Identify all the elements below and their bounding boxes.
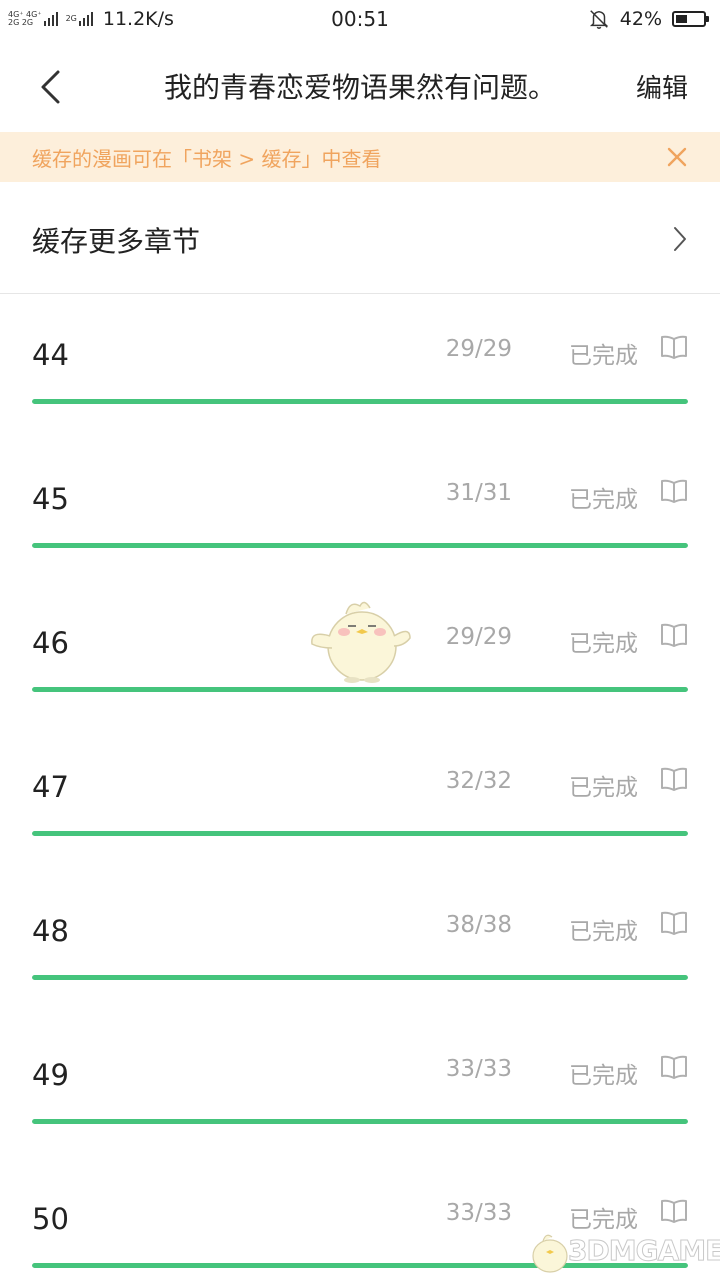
chevron-right-icon: [674, 227, 686, 251]
chapter-status: 已完成: [569, 1063, 638, 1089]
close-icon[interactable]: [664, 144, 690, 170]
top-nav-bar: 我的青春恋爱物语果然有问题。 编辑: [0, 40, 720, 132]
chapter-pages: 29/29: [445, 624, 512, 650]
chapter-number: 48: [32, 914, 69, 948]
chapter-row[interactable]: 49 33/33 已完成: [0, 1016, 720, 1160]
chapter-number: 45: [32, 482, 69, 516]
open-book-icon[interactable]: [660, 334, 688, 360]
chapter-progress-fill: [32, 975, 688, 980]
battery-percent: 42%: [619, 8, 662, 30]
open-book-icon[interactable]: [660, 1198, 688, 1224]
mascot-chick-icon: [311, 601, 411, 683]
chapter-status: 已完成: [569, 631, 638, 657]
cache-more-chapters-row[interactable]: 缓存更多章节: [0, 184, 720, 294]
open-book-icon[interactable]: [660, 766, 688, 792]
back-button[interactable]: [26, 62, 76, 112]
open-book-icon[interactable]: [660, 622, 688, 648]
chapter-progress-fill: [32, 687, 688, 692]
chapter-status: 已完成: [569, 919, 638, 945]
chapter-row[interactable]: 44 29/29 已完成: [0, 296, 720, 440]
open-book-icon[interactable]: [660, 1054, 688, 1080]
status-bar-right: 42%: [588, 6, 709, 32]
edit-button[interactable]: 编辑: [636, 68, 688, 105]
chapter-row[interactable]: 48 38/38 已完成: [0, 872, 720, 1016]
bell-muted-icon: [589, 10, 608, 29]
chapter-row[interactable]: 45 31/31 已完成: [0, 440, 720, 584]
chapter-number: 47: [32, 770, 69, 804]
chapter-status: 已完成: [569, 343, 638, 369]
chapter-pages: 33/33: [445, 1200, 512, 1226]
chapter-status: 已完成: [569, 487, 638, 513]
chapter-pages: 31/31: [445, 480, 512, 506]
notice-text: 缓存的漫画可在「书架 > 缓存」中查看: [32, 146, 382, 171]
chapter-progress-bar: [32, 399, 688, 404]
chapter-number: 49: [32, 1058, 69, 1092]
chapter-number: 46: [32, 626, 69, 660]
battery-fill: [676, 15, 687, 23]
chapter-pages: 38/38: [445, 912, 512, 938]
chapter-progress-fill: [32, 399, 688, 404]
chevron-left-icon: [41, 70, 60, 104]
chapter-progress-bar: [32, 543, 688, 548]
battery-icon: [672, 11, 709, 27]
watermark-text: 3DMGAME: [567, 1234, 720, 1268]
chapter-pages: 33/33: [445, 1056, 512, 1082]
cache-more-label: 缓存更多章节: [32, 225, 201, 258]
chapter-number: 50: [32, 1202, 69, 1236]
chapter-progress-fill: [32, 1119, 688, 1124]
status-bar: 4G⁺ 4G⁺ 2G 2G 2G 11.2K/s 00:51 42%: [0, 0, 720, 40]
chapter-progress-bar: [32, 975, 688, 980]
chapter-progress-fill: [32, 543, 688, 548]
chapter-status: 已完成: [569, 775, 638, 801]
watermark-chick-icon: [532, 1234, 568, 1273]
chapter-pages: 32/32: [445, 768, 512, 794]
open-book-icon[interactable]: [660, 910, 688, 936]
page-title: 我的青春恋爱物语果然有问题。: [163, 71, 556, 104]
notice-banner: 缓存的漫画可在「书架 > 缓存」中查看: [0, 132, 720, 182]
chapter-pages: 29/29: [445, 336, 512, 362]
chapter-number: 44: [32, 338, 69, 372]
chapter-progress-bar: [32, 687, 688, 692]
open-book-icon[interactable]: [660, 478, 688, 504]
chapter-row[interactable]: 47 32/32 已完成: [0, 728, 720, 872]
chapter-progress-bar: [32, 1119, 688, 1124]
watermark-logo: 3DMGAME: [528, 1226, 720, 1280]
chapter-progress-fill: [32, 831, 688, 836]
chapter-list: 44 29/29 已完成 45 31/31 已完成 46 29/29 已完成 4…: [0, 296, 720, 1280]
chapter-progress-bar: [32, 831, 688, 836]
